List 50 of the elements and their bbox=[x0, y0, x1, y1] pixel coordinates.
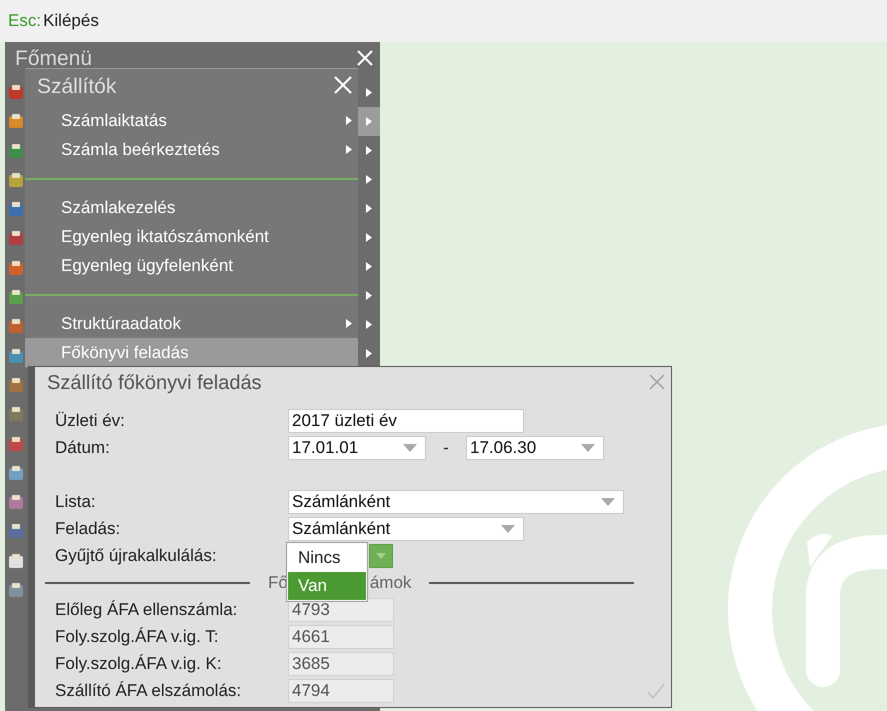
module-icon[interactable] bbox=[8, 464, 24, 483]
submenu-item[interactable]: Számlakezelés bbox=[25, 193, 358, 222]
submenu-item[interactable]: Egyenleg ügyfelenként bbox=[25, 251, 358, 280]
submenu-title: Szállítók bbox=[37, 74, 116, 100]
module-icon[interactable] bbox=[8, 260, 24, 278]
module-icon[interactable] bbox=[8, 84, 24, 102]
main-menu-title: Főmenü bbox=[15, 47, 92, 71]
submenu-arrow-icon bbox=[346, 319, 352, 328]
caret-icon bbox=[601, 498, 615, 506]
submenu-item[interactable]: Számlaiktatás bbox=[25, 106, 358, 135]
range-separator: - bbox=[442, 438, 450, 458]
submenu-item[interactable]: Egyenleg iktatószámonként bbox=[25, 222, 358, 251]
field-label: Üzleti év: bbox=[55, 410, 126, 430]
field-label: Dátum: bbox=[55, 438, 111, 458]
submenu-arrow-icon bbox=[346, 145, 352, 154]
field-label: Feladás: bbox=[55, 518, 122, 538]
input-field[interactable]: 2017 üzleti év bbox=[288, 408, 524, 432]
dropdown[interactable] bbox=[369, 544, 393, 568]
caret-icon bbox=[581, 444, 595, 452]
submenu-arrow-icon bbox=[346, 116, 352, 125]
module-icon[interactable] bbox=[8, 172, 24, 190]
field-label: Szállító ÁFA elszámolás: bbox=[55, 680, 242, 700]
readonly-field[interactable]: 3685 bbox=[288, 652, 394, 676]
field-label: Gyűjtő újrakalkulálás: bbox=[55, 546, 218, 566]
module-icon[interactable] bbox=[8, 142, 24, 161]
section-heading-fragment: ámok bbox=[370, 572, 412, 592]
field-label: Lista: bbox=[55, 492, 97, 512]
field-label: Foly.szolg.ÁFA v.ig. T: bbox=[55, 626, 220, 646]
dropdown-option[interactable]: Nincs bbox=[288, 544, 366, 572]
dropdown-option[interactable]: Van bbox=[288, 572, 366, 600]
readonly-field[interactable]: 4661 bbox=[288, 624, 394, 648]
submenu-item[interactable]: Struktúraadatok bbox=[25, 309, 358, 338]
date-dropdown[interactable]: 17.01.01 bbox=[288, 436, 426, 460]
dropdown[interactable]: Számlánként bbox=[288, 516, 524, 540]
field-label: Foly.szolg.ÁFA v.ig. K: bbox=[55, 654, 223, 674]
module-icon[interactable] bbox=[8, 376, 24, 395]
submenu-item[interactable]: Számla beérkeztetés bbox=[25, 135, 358, 164]
caret-icon bbox=[376, 552, 386, 558]
module-icon[interactable] bbox=[8, 348, 24, 366]
readonly-field[interactable]: 4794 bbox=[288, 678, 394, 702]
module-icon[interactable] bbox=[8, 552, 24, 571]
date-dropdown[interactable]: 17.06.30 bbox=[466, 436, 604, 460]
exit-button[interactable]: Esc:Kilépés bbox=[0, 11, 99, 31]
module-icon[interactable] bbox=[8, 436, 24, 454]
check-icon[interactable] bbox=[647, 683, 665, 699]
caret-icon bbox=[501, 524, 515, 532]
dropdown[interactable]: Számlánként bbox=[288, 490, 624, 514]
dialog-title: Szállító főkönyvi feladás bbox=[47, 372, 262, 395]
caret-icon bbox=[403, 444, 417, 452]
field-label: Előleg ÁFA ellenszámla: bbox=[55, 600, 238, 620]
